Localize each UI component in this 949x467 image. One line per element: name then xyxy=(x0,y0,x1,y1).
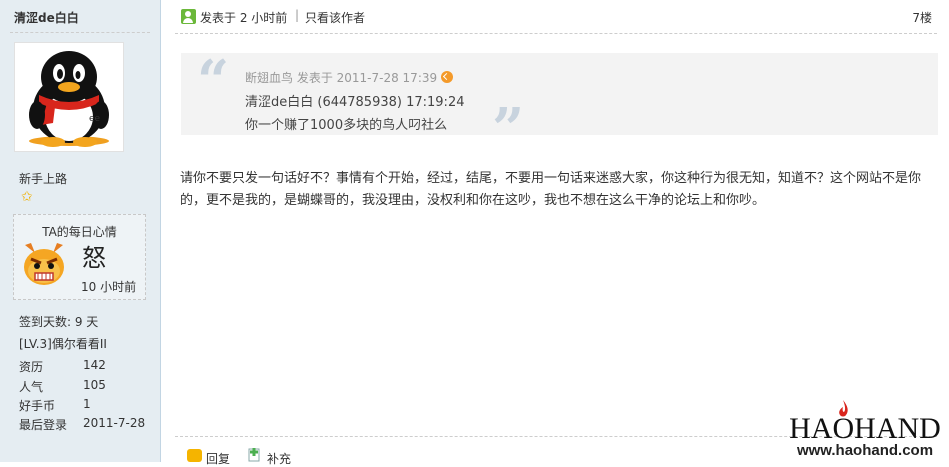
star-icon: ✩ xyxy=(21,189,33,205)
daily-mood-box: TA的每日心情 怒 10 小时前 xyxy=(13,214,146,300)
supplement-button[interactable]: 补充 xyxy=(267,450,291,467)
view-author-only-link[interactable]: 只看该作者 xyxy=(305,9,365,26)
post-time: 发表于 2 小时前 xyxy=(200,11,288,25)
stat-value: 105 xyxy=(83,378,106,392)
quote-line: 你一个赚了1000多块的鸟人叼社么 xyxy=(245,118,448,133)
watermark-url: www.haohand.com xyxy=(796,442,934,459)
avatar[interactable]: ee xyxy=(14,42,124,152)
stat-value: 142 xyxy=(83,358,106,372)
stat-value: 2011-7-28 xyxy=(83,416,146,430)
reply-icon[interactable] xyxy=(187,449,202,462)
haohand-watermark-logo: HAOHAND www.haohand.com xyxy=(784,400,946,462)
signin-days: 签到天数: 9 天 xyxy=(19,315,99,329)
stat-label: 人气 xyxy=(19,380,44,394)
quote-block: “ 断翅血鸟 发表于 2011-7-28 17:39 清涩de白白 (64478… xyxy=(181,48,938,157)
floor-number-link[interactable]: 7楼 xyxy=(912,9,932,26)
svg-text:ee: ee xyxy=(89,114,101,124)
watermark-brand: HAOHAND xyxy=(789,412,941,445)
stat-label: 最后登录 xyxy=(19,418,68,432)
quote-author-time: 断翅血鸟 发表于 2011-7-28 17:39 xyxy=(245,71,438,85)
open-quote-icon: “ xyxy=(197,48,230,114)
mood-title: TA的每日心情 xyxy=(42,225,117,239)
mood-time: 10 小时前 xyxy=(81,280,137,294)
user-level-link[interactable]: [LV.3]偶尔看看II xyxy=(19,335,107,352)
penguin-avatar-icon: ee xyxy=(29,51,109,147)
divider xyxy=(175,33,937,34)
quote-line: 清涩de白白 (644785938) 17:19:24 xyxy=(245,95,465,110)
username-link[interactable]: 清涩de白白 xyxy=(14,9,79,26)
close-quote-icon: ” xyxy=(492,96,525,162)
post-message: 请你不要只发一句话好不？事情有个开始，经过，结尾，不要用一句话来迷惑大家，你这种… xyxy=(180,171,922,208)
jump-to-post-icon[interactable] xyxy=(441,71,454,83)
online-user-icon xyxy=(181,9,196,24)
reply-button[interactable]: 回复 xyxy=(206,450,230,467)
user-sidebar: 清涩de白白 ee 新手上路 ✩ TA的每日心情 怒 10 小时前 签到天数: … xyxy=(0,0,161,462)
stat-label: 资历 xyxy=(19,360,44,374)
stat-value: 1 xyxy=(83,397,91,411)
quote-meta: 断翅血鸟 发表于 2011-7-28 17:39 xyxy=(245,69,454,86)
divider xyxy=(10,32,150,33)
stat-label: 好手币 xyxy=(19,399,56,413)
user-rank: 新手上路 xyxy=(19,172,68,186)
supplement-icon[interactable] xyxy=(248,447,262,462)
angry-face-icon xyxy=(24,243,64,285)
mood-word: 怒 xyxy=(82,244,106,272)
header-separator: | xyxy=(295,8,300,22)
